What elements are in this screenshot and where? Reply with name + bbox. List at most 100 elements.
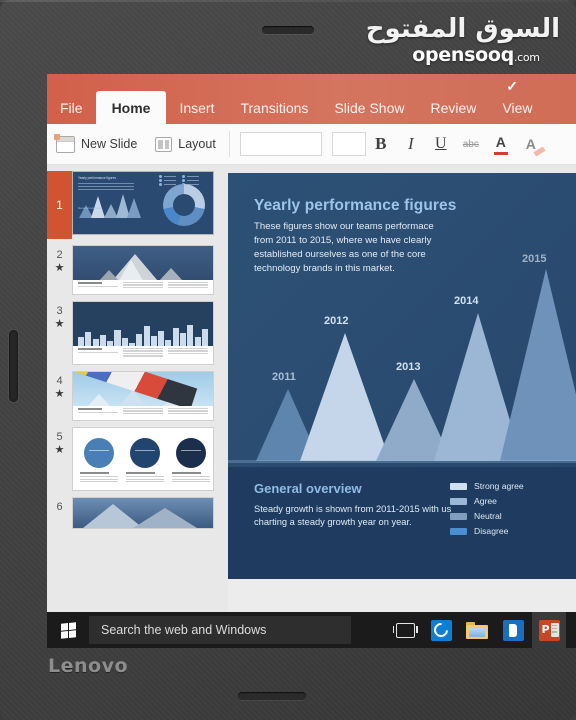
powerpoint-icon: P bbox=[538, 619, 560, 641]
thumbnail-slide-2[interactable]: 2 ★ bbox=[47, 239, 222, 295]
thumbnail-slide-6[interactable]: 6 bbox=[47, 491, 222, 529]
chart-baseline bbox=[228, 460, 576, 463]
slide-title[interactable]: Yearly performance figures bbox=[254, 197, 456, 215]
mini-peaks-1 bbox=[79, 192, 141, 218]
file-explorer-button[interactable] bbox=[460, 612, 494, 648]
strikethrough-button[interactable]: abc bbox=[456, 126, 486, 162]
peak-label-2011: 2011 bbox=[272, 371, 296, 383]
thumbnail-number-1: 1 bbox=[56, 197, 63, 212]
mini-circles-5 bbox=[73, 428, 213, 490]
underline-button[interactable]: U bbox=[426, 126, 456, 162]
edge-button[interactable] bbox=[424, 612, 458, 648]
star-icon: ★ bbox=[54, 318, 65, 330]
font-color-button[interactable]: A bbox=[486, 126, 516, 162]
edge-icon bbox=[430, 619, 452, 641]
new-slide-label: New Slide bbox=[81, 137, 138, 151]
opensooq-watermark: السوق المفتوح opensooq.com bbox=[366, 15, 560, 66]
new-slide-button[interactable]: New Slide bbox=[47, 124, 146, 164]
thumbnail-card-5[interactable] bbox=[72, 427, 214, 491]
peak-label-2012: 2012 bbox=[324, 315, 349, 327]
thumbnail-meta-2: 2 ★ bbox=[47, 245, 72, 274]
ribbon-tab-bar: ✓ File Home Insert Transitions Slide Sho… bbox=[47, 74, 576, 124]
current-slide[interactable]: Yearly performance figures These figures… bbox=[228, 173, 576, 579]
tab-file[interactable]: File bbox=[47, 91, 96, 124]
thumbnail-slide-4[interactable]: 4 ★ bbox=[47, 365, 222, 421]
taskbar-icons: P bbox=[388, 612, 576, 648]
panel-body-text[interactable]: Steady growth is shown from 2011-2015 wi… bbox=[254, 503, 466, 529]
watermark-english-text: opensooq.com bbox=[392, 44, 560, 66]
star-icon: ★ bbox=[54, 444, 65, 456]
legend-swatch-agree bbox=[450, 497, 467, 505]
office-icon bbox=[502, 619, 524, 641]
editor-workspace: 1 Yearly performance figures General ove… bbox=[47, 165, 576, 648]
legend-label-disagree: Disagree bbox=[474, 526, 509, 536]
legend-label-strong-agree: Strong agree bbox=[474, 481, 524, 491]
powerpoint-pane bbox=[550, 622, 559, 637]
layout-label: Layout bbox=[178, 137, 216, 151]
italic-button[interactable]: I bbox=[396, 126, 426, 162]
font-color-swatch bbox=[493, 151, 508, 155]
font-name-input[interactable] bbox=[239, 132, 322, 156]
mini-footer-4 bbox=[73, 406, 213, 420]
legend-item-agree: Agree bbox=[450, 496, 554, 506]
mini-body-1 bbox=[78, 183, 134, 192]
thumbnail-card-3[interactable] bbox=[72, 301, 214, 365]
panel-title[interactable]: General overview bbox=[254, 481, 362, 496]
top-speaker-slot bbox=[262, 26, 314, 34]
tab-home[interactable]: Home bbox=[95, 91, 167, 124]
bezel-highlight bbox=[0, 0, 576, 2]
thumbnail-meta-1: 1 bbox=[47, 171, 72, 239]
thumbnail-meta-3: 3 ★ bbox=[47, 301, 72, 330]
powerpoint-letter: P bbox=[541, 622, 550, 636]
home-ribbon-toolbar: New Slide Layout B I U abc A A bbox=[47, 124, 576, 165]
thumbnail-card-4[interactable] bbox=[72, 371, 214, 421]
thumbnail-card-6[interactable] bbox=[72, 497, 214, 529]
thumbnail-number-2: 2 bbox=[56, 249, 63, 261]
thumbnail-slide-1[interactable]: 1 Yearly performance figures General ove… bbox=[47, 165, 222, 239]
thumbnail-slide-3[interactable]: 3 ★ bbox=[47, 295, 222, 365]
office-button[interactable] bbox=[496, 612, 530, 648]
mini-circle-caption-3 bbox=[172, 472, 210, 484]
peak-label-2014: 2014 bbox=[454, 295, 479, 307]
peak-2015 bbox=[500, 269, 576, 461]
slide-thumbnail-pane[interactable]: 1 Yearly performance figures General ove… bbox=[47, 165, 222, 648]
font-size-input[interactable] bbox=[331, 132, 366, 156]
bottom-hinge-slot bbox=[238, 692, 306, 700]
legend-swatch-disagree bbox=[450, 527, 467, 535]
layout-button[interactable]: Layout bbox=[146, 124, 225, 164]
legend-label-agree: Agree bbox=[474, 496, 497, 506]
tab-review[interactable]: Review bbox=[417, 91, 489, 124]
bold-button[interactable]: B bbox=[366, 126, 396, 162]
file-explorer-icon bbox=[466, 621, 488, 639]
legend-item-strong-agree: Strong agree bbox=[450, 481, 554, 491]
star-icon: ★ bbox=[54, 388, 65, 400]
thumbnail-slide-5[interactable]: 5 ★ bbox=[47, 421, 222, 491]
watermark-tld: .com bbox=[513, 51, 540, 65]
mini-donut-chart-1 bbox=[163, 184, 205, 226]
tab-slide-show[interactable]: Slide Show bbox=[321, 91, 417, 124]
mini-slide-1: Yearly performance figures General overv… bbox=[73, 172, 213, 234]
powerpoint-button[interactable]: P bbox=[532, 612, 566, 648]
peak-label-2013: 2013 bbox=[396, 361, 421, 373]
start-button[interactable] bbox=[47, 612, 89, 648]
task-view-button[interactable] bbox=[388, 612, 422, 648]
peak-label-2015: 2015 bbox=[522, 253, 547, 265]
thumbnail-card-2[interactable] bbox=[72, 245, 214, 295]
slide-editing-stage[interactable]: Yearly performance figures These figures… bbox=[222, 165, 576, 648]
side-power-button[interactable] bbox=[9, 330, 18, 402]
mini-footer-3 bbox=[73, 346, 213, 364]
thumbnail-number-3: 3 bbox=[56, 305, 63, 317]
legend-swatch-strong-agree bbox=[450, 482, 467, 490]
thumbnail-card-1[interactable]: Yearly performance figures General overv… bbox=[72, 171, 214, 235]
layout-icon bbox=[155, 136, 173, 152]
mini-title-1: Yearly performance figures bbox=[78, 176, 116, 180]
tab-transitions[interactable]: Transitions bbox=[227, 91, 321, 124]
tab-view[interactable]: View bbox=[489, 91, 545, 124]
mini-circle-3 bbox=[176, 438, 206, 468]
text-highlight-button[interactable]: A bbox=[516, 126, 546, 162]
search-input[interactable]: Search the web and Windows bbox=[89, 616, 351, 644]
laptop-device: Lenovo السوق المفتوح opensooq.com ✓ File… bbox=[0, 0, 576, 720]
font-color-letter: A bbox=[495, 133, 506, 150]
windows-taskbar: Search the web and Windows P bbox=[47, 612, 576, 648]
tab-insert[interactable]: Insert bbox=[166, 91, 227, 124]
